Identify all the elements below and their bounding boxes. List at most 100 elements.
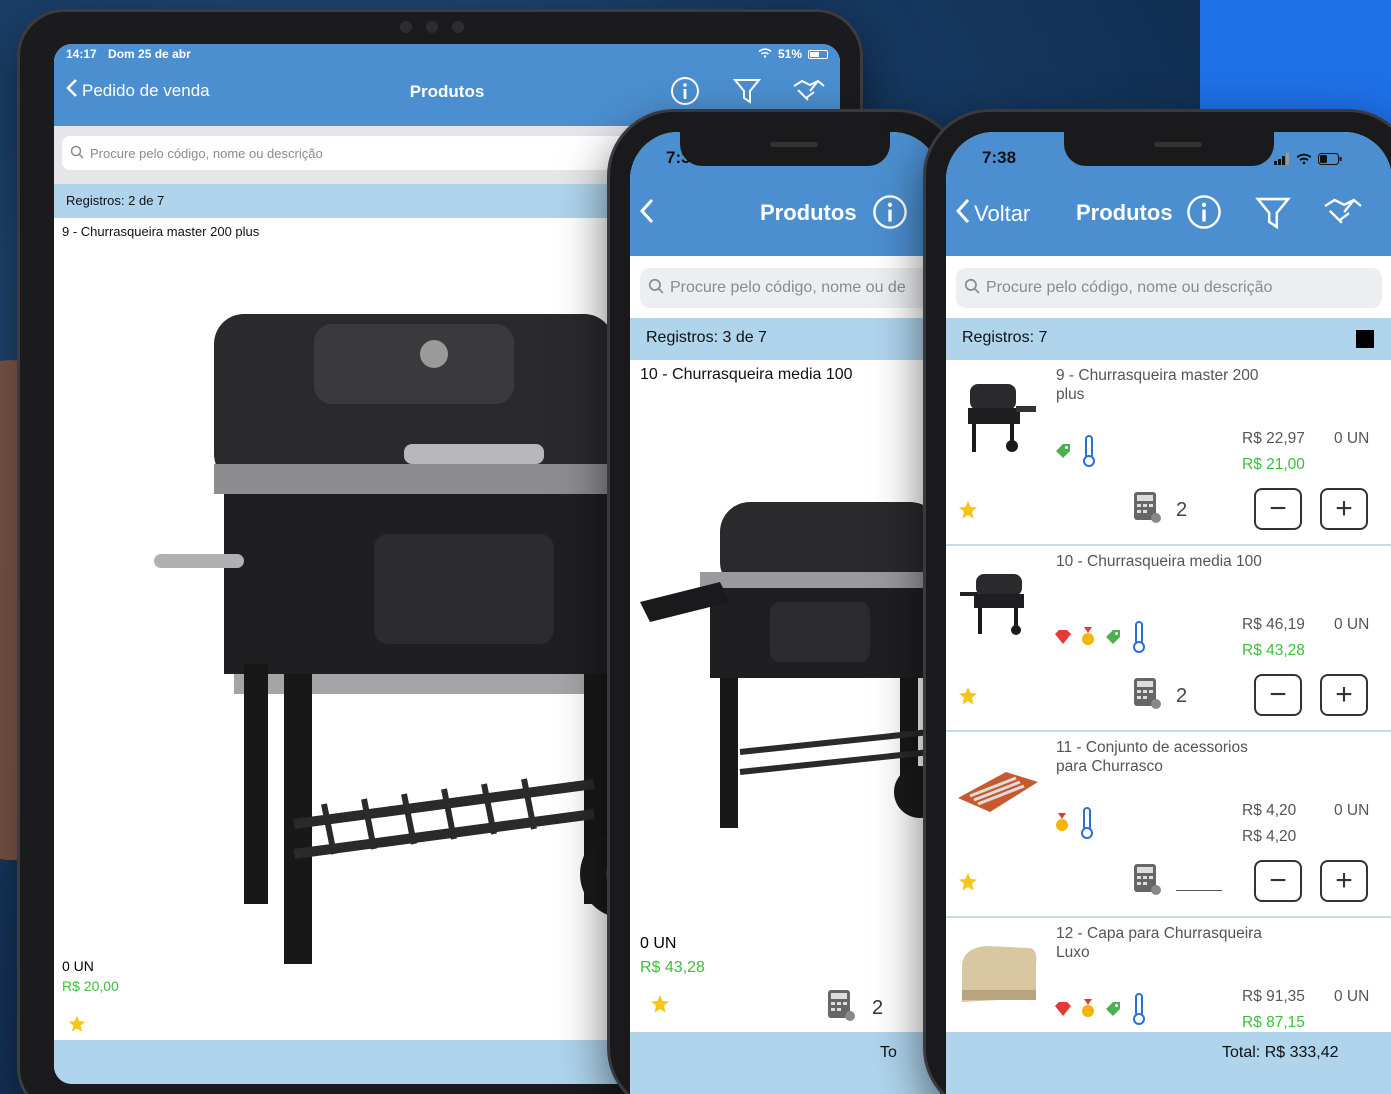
product-price: R$ 43,28	[640, 959, 705, 976]
product-price: R$ 20,00	[62, 978, 119, 994]
info-icon[interactable]	[668, 74, 702, 108]
price-list: R$ 91,35	[1242, 988, 1305, 1005]
battery-icon	[1318, 152, 1342, 170]
page-title: Produtos	[1076, 200, 1173, 225]
stock-quantity: 0 UN	[640, 935, 677, 952]
notch	[1064, 132, 1274, 166]
back-button[interactable]	[639, 198, 654, 230]
search-bar: Procure pelo código, nome ou descrição	[946, 256, 1391, 318]
stock-quantity: 0 UN	[1334, 430, 1370, 447]
iphone-middle-device: 7:39 Produtos Procure pelo código, nome …	[610, 112, 960, 1094]
price-discount: R$ 43,28	[1242, 642, 1305, 659]
star-icon[interactable]	[958, 686, 978, 711]
price-list: R$ 22,97	[1242, 430, 1305, 447]
diamond-icon	[1054, 1001, 1072, 1022]
page-title: Produtos	[760, 200, 857, 225]
notch	[680, 132, 890, 166]
search-icon	[70, 145, 84, 162]
decrement-button[interactable]: −	[1254, 860, 1302, 902]
product-thumbnail	[958, 772, 1038, 812]
bottom-bar: To	[630, 1032, 940, 1094]
thermometer-icon	[1080, 434, 1098, 473]
medal-icon	[1054, 813, 1070, 838]
tag-icon	[1054, 442, 1072, 465]
list-item[interactable]: 11 - Conjunto de acessorios para Churras…	[946, 732, 1391, 918]
list-item[interactable]: 10 - Churrasqueira media 100 R$ 46,19 R$…	[946, 546, 1391, 732]
ipad-camera	[400, 20, 520, 34]
stock-quantity: 0 UN	[1334, 616, 1370, 633]
status-time: 7:38	[982, 148, 1017, 167]
price-discount: R$ 87,15	[1242, 1014, 1305, 1031]
search-input[interactable]: Procure pelo código, nome ou de	[640, 268, 930, 308]
tag-icon	[1104, 628, 1122, 651]
increment-button[interactable]: +	[1320, 488, 1368, 530]
handshake-icon[interactable]	[1322, 194, 1364, 235]
product-name: 9 - Churrasqueira master 200 plus	[1056, 367, 1259, 403]
handshake-icon[interactable]	[792, 74, 826, 108]
filter-icon[interactable]	[1254, 194, 1292, 237]
signal-icon	[1274, 152, 1290, 170]
search-input[interactable]: Procure pelo código, nome ou descrição	[956, 268, 1382, 308]
order-total: Total: R$ 333,42	[1222, 1044, 1339, 1061]
search-placeholder: Procure pelo código, nome ou de	[670, 279, 906, 296]
decrement-button[interactable]: −	[1254, 674, 1302, 716]
total-label: To	[880, 1044, 897, 1061]
records-count: Registros: 3 de 7	[630, 318, 940, 360]
battery-icon	[808, 49, 828, 59]
records-label: Registros: 7	[962, 329, 1048, 346]
product-title: 10 - Churrasqueira media 100	[640, 366, 853, 383]
calculator-icon[interactable]	[1132, 676, 1162, 716]
iphone-middle-screen: 7:39 Produtos Procure pelo código, nome …	[630, 132, 940, 1094]
stock-quantity: 0 UN	[1334, 988, 1370, 1005]
bottom-bar: Total: R$ 333,42	[946, 1032, 1391, 1094]
price-list: R$ 46,19	[1242, 616, 1305, 633]
product-name: 11 - Conjunto de acessorios para Churras…	[1056, 739, 1248, 775]
stock-quantity: 0 UN	[1334, 802, 1370, 819]
status-date: Dom 25 de abr	[108, 47, 191, 61]
search-bar: Procure pelo código, nome ou de	[630, 256, 940, 318]
product-thumbnail	[968, 384, 1036, 452]
tag-icon	[1104, 1000, 1122, 1023]
select-all-checkbox[interactable]	[1356, 330, 1374, 348]
price-discount: R$ 4,20	[1242, 828, 1297, 845]
status-time: 14:17	[66, 47, 97, 61]
thermometer-icon	[1130, 620, 1148, 659]
chevron-left-icon	[955, 198, 970, 230]
increment-button[interactable]: +	[1320, 674, 1368, 716]
increment-button[interactable]: +	[1320, 860, 1368, 902]
quantity-value[interactable]: 2	[872, 997, 883, 1020]
grill-image	[640, 502, 940, 828]
calculator-icon[interactable]	[1132, 490, 1162, 530]
battery-percent: 51%	[777, 47, 802, 61]
search-icon	[964, 278, 980, 299]
filter-icon[interactable]	[730, 74, 764, 108]
thermometer-icon	[1078, 806, 1096, 845]
product-name: 10 - Churrasqueira media 100	[1056, 553, 1262, 570]
product-thumbnail	[960, 574, 1024, 635]
calculator-icon[interactable]	[1132, 862, 1162, 902]
diamond-icon	[1054, 629, 1072, 650]
search-placeholder: Procure pelo código, nome ou descrição	[90, 145, 323, 161]
back-label: Voltar	[974, 201, 1031, 226]
star-icon[interactable]	[68, 1015, 86, 1038]
price-list: R$ 4,20	[1242, 802, 1297, 819]
info-icon[interactable]	[872, 194, 908, 235]
star-icon[interactable]	[650, 994, 670, 1019]
decrement-button[interactable]: −	[1254, 488, 1302, 530]
quantity-field[interactable]	[1176, 889, 1222, 891]
quantity-value[interactable]: 2	[1176, 685, 1187, 708]
wifi-icon	[1296, 152, 1312, 170]
medal-icon	[1080, 627, 1096, 652]
star-icon[interactable]	[958, 500, 978, 525]
quantity-value[interactable]: 2	[1176, 499, 1187, 522]
calculator-icon[interactable]	[826, 988, 856, 1028]
star-icon[interactable]	[958, 872, 978, 897]
wifi-icon	[758, 47, 772, 61]
back-button[interactable]: Voltar	[955, 198, 1031, 230]
info-icon[interactable]	[1186, 194, 1222, 235]
product-thumbnail	[962, 946, 1037, 1002]
list-item[interactable]: 9 - Churrasqueira master 200 plus R$ 22,…	[946, 360, 1391, 546]
records-count: Registros: 7	[946, 318, 1391, 360]
search-icon	[648, 278, 664, 299]
medal-icon	[1080, 999, 1096, 1024]
